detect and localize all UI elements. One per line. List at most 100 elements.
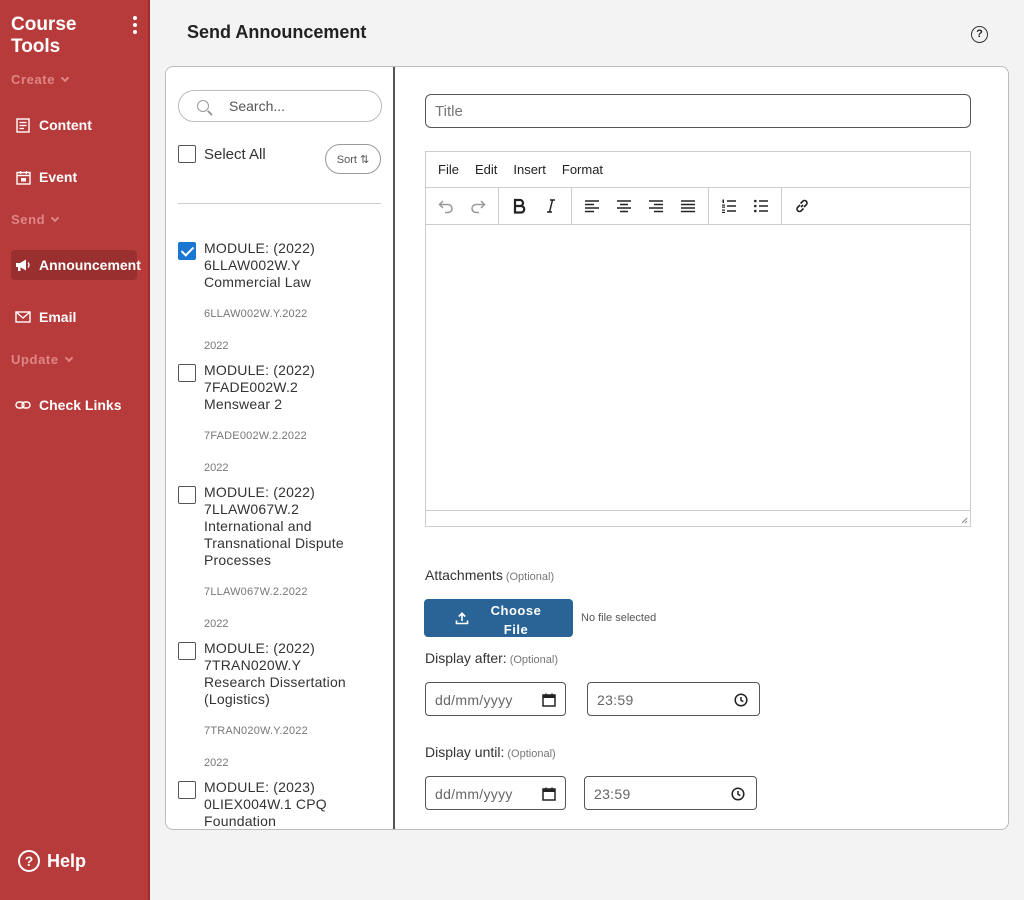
panel-divider bbox=[393, 67, 395, 829]
section-send-label: Send bbox=[11, 212, 46, 227]
numbered-list-icon[interactable] bbox=[713, 191, 745, 221]
sidebar-item-email[interactable]: Email bbox=[11, 302, 80, 332]
module-title-line: Processes bbox=[204, 552, 272, 568]
optional-hint: (Optional) bbox=[507, 748, 556, 760]
more-options-icon[interactable] bbox=[128, 16, 142, 38]
module-title-line: MODULE: (2022) bbox=[204, 240, 315, 256]
module-title-line: Transnational Dispute bbox=[204, 535, 344, 551]
module-year: 2022 bbox=[204, 757, 229, 769]
module-year: 2022 bbox=[204, 340, 229, 352]
search-input[interactable] bbox=[229, 95, 369, 117]
italic-icon[interactable] bbox=[535, 191, 567, 221]
module-checkbox[interactable] bbox=[178, 242, 196, 260]
sort-button[interactable]: Sort ⇅ bbox=[325, 144, 381, 174]
clock-icon[interactable] bbox=[733, 692, 749, 708]
time-value: 23:59 bbox=[597, 692, 634, 708]
module-title-line: Research Dissertation bbox=[204, 674, 346, 690]
module-title-line: 7FADE002W.2 bbox=[204, 379, 299, 395]
date-value: dd/mm/yyyy bbox=[435, 692, 513, 708]
undo-icon[interactable] bbox=[430, 191, 462, 221]
select-all-checkbox[interactable] bbox=[178, 145, 196, 163]
section-create[interactable]: Create bbox=[11, 72, 70, 87]
align-center-icon[interactable] bbox=[608, 191, 640, 221]
select-all[interactable]: Select All bbox=[178, 145, 266, 163]
align-left-icon[interactable] bbox=[576, 191, 608, 221]
bullet-list-icon[interactable] bbox=[745, 191, 777, 221]
align-right-icon[interactable] bbox=[640, 191, 672, 221]
redo-icon[interactable] bbox=[462, 191, 494, 221]
module-title-line: International and bbox=[204, 518, 312, 534]
editor-statusbar bbox=[426, 510, 970, 526]
no-file-status: No file selected bbox=[581, 612, 657, 624]
rich-text-editor: File Edit Insert Format bbox=[425, 151, 971, 527]
display-until-label-text: Display until: bbox=[425, 744, 505, 760]
display-until-date-input[interactable]: dd/mm/yyyy bbox=[425, 776, 566, 810]
editor-content-area[interactable] bbox=[426, 225, 970, 509]
upload-icon bbox=[455, 612, 469, 625]
module-checkbox[interactable] bbox=[178, 781, 196, 799]
menu-format[interactable]: Format bbox=[554, 162, 611, 177]
align-justify-icon[interactable] bbox=[672, 191, 704, 221]
megaphone-icon bbox=[15, 257, 31, 273]
menu-insert[interactable]: Insert bbox=[505, 162, 554, 177]
attachments-label: Attachments (Optional) bbox=[425, 567, 554, 583]
menu-file[interactable]: File bbox=[430, 162, 467, 177]
section-update[interactable]: Update bbox=[11, 352, 73, 367]
module-title-line: Foundation bbox=[204, 813, 277, 829]
module-checkbox[interactable] bbox=[178, 486, 196, 504]
date-value: dd/mm/yyyy bbox=[435, 786, 513, 802]
module-title-line: 6LLAW002W.Y bbox=[204, 257, 301, 273]
module-title: MODULE: (2022) 7LLAW067W.2 International a… bbox=[204, 484, 384, 569]
sidebar-item-label: Check Links bbox=[39, 397, 122, 413]
display-after-time-input[interactable]: 23:59 bbox=[587, 682, 760, 716]
module-checkbox[interactable] bbox=[178, 364, 196, 382]
module-title-line: Menswear 2 bbox=[204, 396, 283, 412]
module-title-line: (Logistics) bbox=[204, 691, 270, 707]
calendar-icon[interactable] bbox=[541, 786, 557, 802]
resize-handle-icon[interactable] bbox=[960, 516, 968, 524]
module-code: 7LLAW067W.2.2022 bbox=[204, 586, 308, 598]
sidebar-item-event[interactable]: Event bbox=[11, 162, 81, 192]
sidebar-item-announcement[interactable]: Announcement bbox=[11, 250, 141, 280]
section-send[interactable]: Send bbox=[11, 212, 60, 227]
module-code: 7FADE002W.2.2022 bbox=[204, 430, 307, 442]
display-until-label: Display until: (Optional) bbox=[425, 744, 556, 760]
search-field[interactable] bbox=[178, 90, 382, 122]
calendar-icon[interactable] bbox=[541, 692, 557, 708]
module-title: MODULE: (2022) 6LLAW002W.Y Commercial Law bbox=[204, 240, 384, 291]
link-icon[interactable] bbox=[786, 191, 818, 221]
display-after-date-input[interactable]: dd/mm/yyyy bbox=[425, 682, 566, 716]
module-code: 6LLAW002W.Y.2022 bbox=[204, 308, 308, 320]
choose-file-button[interactable]: Choose File bbox=[424, 599, 573, 637]
module-year: 2022 bbox=[204, 462, 229, 474]
list-divider bbox=[178, 203, 381, 204]
select-all-label: Select All bbox=[204, 145, 266, 163]
calendar-icon bbox=[15, 169, 31, 185]
chevron-down-icon bbox=[64, 353, 73, 363]
sidebar: Course Tools Create Content Event Send A… bbox=[0, 0, 150, 900]
title-input[interactable] bbox=[425, 94, 971, 128]
help-circle-icon[interactable]: ? bbox=[971, 26, 988, 43]
module-title-line: Commercial Law bbox=[204, 274, 312, 290]
optional-hint: (Optional) bbox=[509, 654, 558, 666]
module-checkbox[interactable] bbox=[178, 642, 196, 660]
menu-edit[interactable]: Edit bbox=[467, 162, 505, 177]
module-title: MODULE: (2023) 0LIEX004W.1 CPQ Foundation bbox=[204, 779, 384, 829]
module-title-line: 0LIEX004W.1 CPQ bbox=[204, 796, 327, 812]
display-after-label-text: Display after: bbox=[425, 650, 507, 666]
display-until-time-input[interactable]: 23:59 bbox=[584, 776, 757, 810]
section-update-label: Update bbox=[11, 352, 59, 367]
bold-icon[interactable] bbox=[503, 191, 535, 221]
help-button[interactable]: ? Help bbox=[18, 850, 86, 872]
sidebar-item-content[interactable]: Content bbox=[11, 110, 96, 140]
link-icon bbox=[15, 397, 31, 413]
time-value: 23:59 bbox=[594, 786, 631, 802]
optional-hint: (Optional) bbox=[505, 571, 555, 583]
module-title-line: 7TRAN020W.Y bbox=[204, 657, 302, 673]
sidebar-item-check-links[interactable]: Check Links bbox=[11, 390, 125, 420]
clock-icon[interactable] bbox=[730, 786, 746, 802]
page-title: Send Announcement bbox=[187, 22, 367, 42]
module-title-line: 7LLAW067W.2 bbox=[204, 501, 300, 517]
brand-title: Course Tools bbox=[11, 14, 77, 57]
announcement-card: Select All Sort ⇅ MODULE: (2022)6LLAW002… bbox=[165, 66, 1009, 830]
